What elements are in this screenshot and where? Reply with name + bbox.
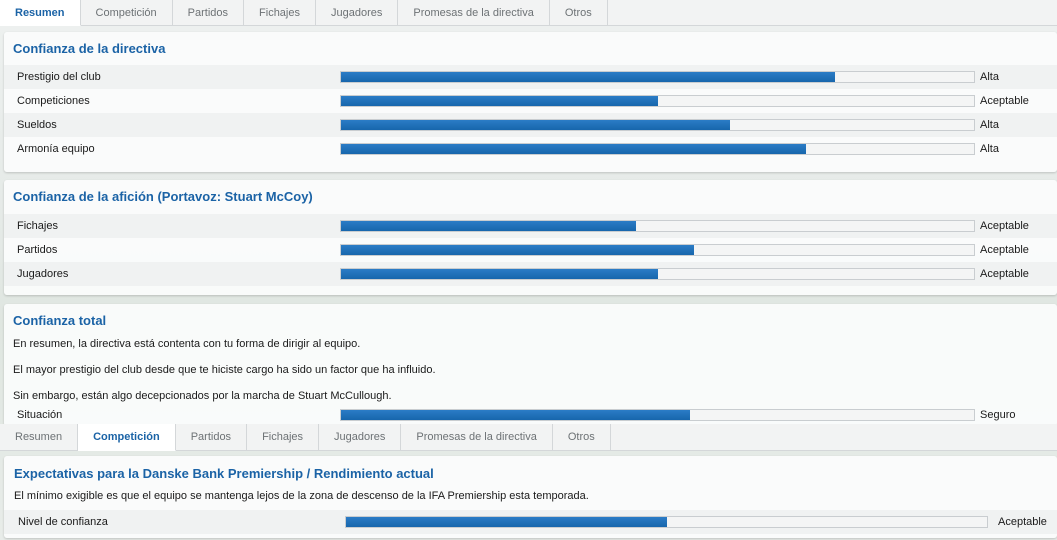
board-row-wages: Sueldos Alta [4, 113, 1057, 137]
confidence-level-row: Nivel de confianza Aceptable [4, 510, 1057, 534]
confidence-bar-fill [341, 221, 636, 231]
total-confidence-panel: Confianza total En resumen, la directiva… [4, 304, 1057, 426]
tab-resumen[interactable]: Resumen [0, 424, 79, 450]
confidence-bar [340, 71, 975, 83]
tab-partidos[interactable]: Partidos [175, 424, 248, 450]
tab-partidos[interactable]: Partidos [172, 0, 245, 25]
row-label: Nivel de confianza [18, 516, 108, 528]
tab-jugadores[interactable]: Jugadores [319, 424, 402, 450]
confidence-level-bar [345, 516, 988, 528]
board-row-harmony: Armonía equipo Alta [4, 137, 1057, 161]
summary-paragraph: Sin embargo, están algo decepcionados po… [13, 390, 392, 402]
confidence-level-bar-fill [346, 517, 667, 527]
row-value: Aceptable [980, 268, 1029, 280]
tab-jugadores[interactable]: Jugadores [316, 0, 399, 25]
total-confidence-title: Confianza total [13, 313, 107, 328]
row-value: Aceptable [980, 220, 1029, 232]
summary-paragraph: El mayor prestigio del club desde que te… [13, 364, 436, 376]
confidence-bar [340, 119, 975, 131]
confidence-bar [340, 220, 975, 232]
expectations-panel: Expectativas para la Danske Bank Premier… [4, 456, 1057, 538]
tab-competicion[interactable]: Competición [78, 424, 176, 451]
confidence-bar-fill [341, 72, 836, 82]
expectations-title: Expectativas para la Danske Bank Premier… [14, 466, 434, 481]
row-label: Prestigio del club [17, 71, 101, 83]
tab-fichajes[interactable]: Fichajes [247, 424, 320, 450]
tab-bar-top: Resumen Competición Partidos Fichajes Ju… [0, 0, 1057, 26]
fans-row-matches: Partidos Aceptable [4, 238, 1057, 262]
tab-fichajes[interactable]: Fichajes [244, 0, 316, 25]
tab-resumen[interactable]: Resumen [0, 0, 81, 26]
summary-paragraph: En resumen, la directiva está contenta c… [13, 338, 361, 350]
status-bar-fill [341, 410, 690, 420]
confidence-bar-fill [341, 144, 806, 154]
tab-promesas[interactable]: Promesas de la directiva [398, 0, 550, 25]
confidence-bar-fill [341, 245, 695, 255]
row-value: Aceptable [998, 516, 1047, 528]
expectations-text: El mínimo exigible es que el equipo se m… [14, 490, 589, 502]
board-row-competitions: Competiciones Aceptable [4, 89, 1057, 113]
row-value: Aceptable [980, 95, 1029, 107]
fans-row-players: Jugadores Aceptable [4, 262, 1057, 286]
confidence-bar [340, 244, 975, 256]
confidence-bar [340, 143, 975, 155]
tab-promesas[interactable]: Promesas de la directiva [401, 424, 553, 450]
tab-bar-bottom: Resumen Competición Partidos Fichajes Ju… [0, 424, 1057, 451]
row-label: Fichajes [17, 220, 58, 232]
tab-competicion[interactable]: Competición [80, 0, 173, 25]
confidence-bar [340, 268, 975, 280]
confidence-bar-fill [341, 120, 730, 130]
confidence-bar-fill [341, 269, 659, 279]
row-label: Competiciones [17, 95, 90, 107]
row-label: Sueldos [17, 119, 57, 131]
status-bar [340, 409, 975, 421]
tab-otros[interactable]: Otros [549, 0, 608, 25]
row-value: Alta [980, 143, 999, 155]
board-confidence-panel: Confianza de la directiva Prestigio del … [4, 32, 1057, 172]
fans-confidence-panel: Confianza de la afición (Portavoz: Stuar… [4, 180, 1057, 295]
row-label: Jugadores [17, 268, 69, 280]
row-label: Situación [17, 409, 63, 421]
row-label: Armonía equipo [17, 143, 95, 155]
board-confidence-title: Confianza de la directiva [13, 41, 166, 56]
row-value: Alta [980, 71, 999, 83]
tab-otros[interactable]: Otros [552, 424, 611, 450]
row-value: Seguro [980, 409, 1016, 421]
board-row-prestige: Prestigio del club Alta [4, 65, 1057, 89]
confidence-bar-fill [341, 96, 659, 106]
row-value: Aceptable [980, 244, 1029, 256]
row-value: Alta [980, 119, 999, 131]
confidence-bar [340, 95, 975, 107]
fans-row-transfers: Fichajes Aceptable [4, 214, 1057, 238]
row-label: Partidos [17, 244, 58, 256]
fans-confidence-title: Confianza de la afición (Portavoz: Stuar… [13, 189, 313, 204]
